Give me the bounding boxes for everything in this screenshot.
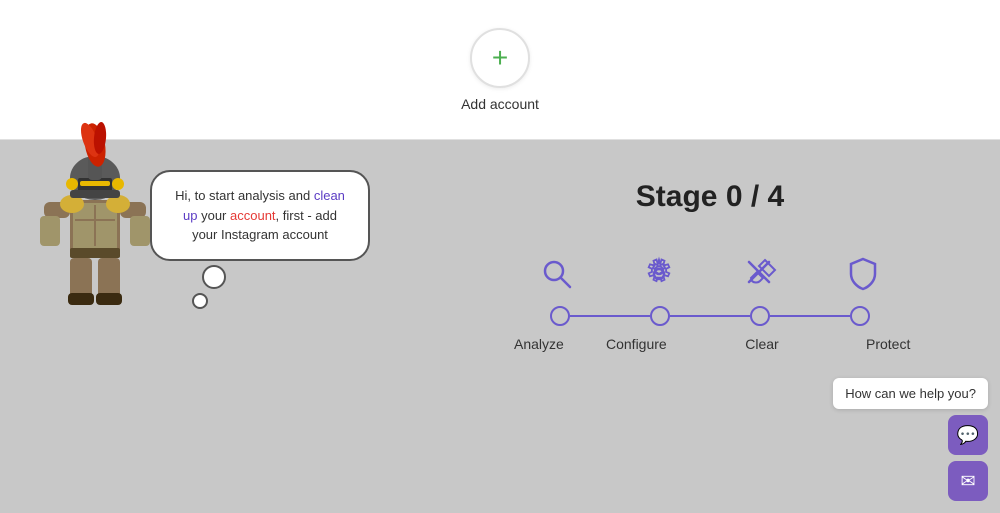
bubble-text-middle: your — [197, 208, 230, 223]
clear-icon — [741, 254, 781, 294]
add-account-label: Add account — [461, 96, 539, 112]
step-dot-analyze — [550, 306, 570, 326]
step-line-3 — [770, 315, 850, 317]
step-label-protect: Protect — [866, 336, 906, 352]
analyze-icon — [537, 254, 577, 294]
plus-icon: + — [492, 44, 508, 72]
stage-area: Stage 0 / 4 — [420, 170, 1000, 352]
step-line-2 — [670, 315, 750, 317]
bubble-text-before: Hi, to start analysis and — [175, 188, 314, 203]
step-label-analyze: Analyze — [514, 336, 554, 352]
speech-bubble: Hi, to start analysis and clean up your … — [150, 170, 370, 261]
chat-email-button[interactable]: ✉ — [948, 461, 988, 501]
add-account-button[interactable]: + — [470, 28, 530, 88]
bubble-account-link[interactable]: account — [230, 208, 276, 223]
step-dot-configure — [650, 306, 670, 326]
knight-character — [30, 110, 160, 310]
chat-message-icon: 💬 — [957, 425, 979, 446]
step-label-clear: Clear — [744, 336, 780, 352]
step-dot-clear — [750, 306, 770, 326]
steps-icons — [537, 254, 883, 294]
character-area: Hi, to start analysis and clean up your … — [0, 170, 420, 190]
chat-message-button[interactable]: 💬 — [948, 415, 988, 455]
steps-labels: Analyze Configure Clear Protect — [514, 336, 906, 352]
step-dot-protect — [850, 306, 870, 326]
chat-help-text: How can we help you? — [833, 378, 988, 409]
steps-container: Analyze Configure Clear Protect — [514, 254, 906, 352]
email-icon: ✉ — [960, 471, 975, 492]
chat-buttons: 💬 ✉ — [948, 415, 988, 501]
bottom-section: Hi, to start analysis and clean up your … — [0, 140, 1000, 513]
configure-icon — [639, 254, 679, 294]
protect-icon — [843, 254, 883, 294]
step-label-configure: Configure — [606, 336, 666, 352]
stage-title: Stage 0 / 4 — [636, 180, 784, 214]
steps-dots — [550, 306, 870, 326]
step-line-1 — [570, 315, 650, 317]
chat-widget: How can we help you? 💬 ✉ — [833, 378, 988, 501]
